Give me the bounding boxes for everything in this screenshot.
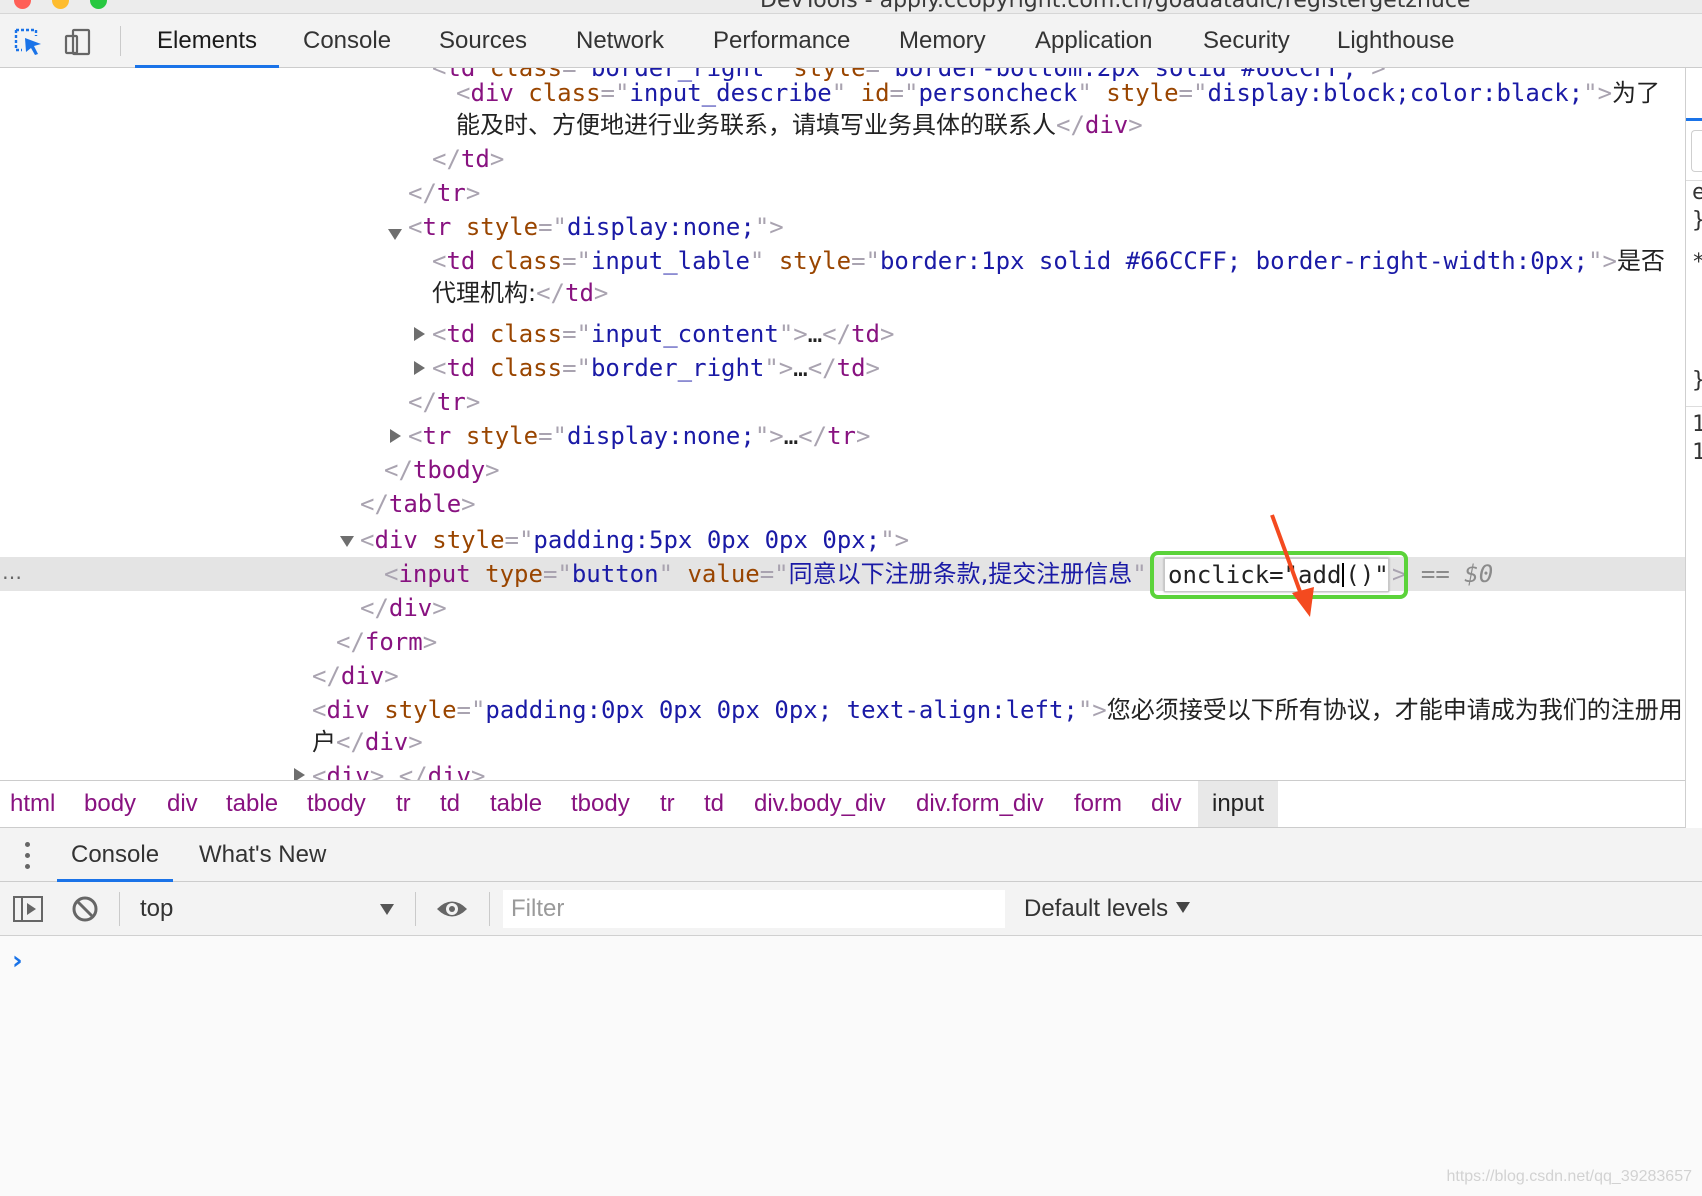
device-toolbar-icon[interactable] [62, 26, 96, 58]
elements-tree: … <td class="border_right" style="border… [0, 68, 1685, 780]
breadcrumb-item[interactable]: tr [396, 781, 411, 827]
log-levels-label: Default levels [1024, 895, 1169, 922]
tree-node-text-continuation: 能及时、方便地进行业务联系，请填写业务具体的联系人</div> [456, 111, 1143, 139]
styles-glyph: } [1692, 208, 1702, 233]
expand-arrow-icon[interactable] [414, 361, 425, 375]
breadcrumb-item[interactable]: td [704, 781, 724, 827]
tab-console[interactable]: Console [303, 14, 391, 68]
tree-node-close-tbody[interactable]: </tbody> [384, 453, 500, 487]
tree-node-td-border-right-collapsed[interactable]: <td class="border_right">…</td> [432, 351, 880, 385]
breadcrumb-item[interactable]: div [167, 781, 198, 827]
tree-node-tr-hidden-collapsed[interactable]: <tr style="display:none;">…</tr> [408, 419, 870, 453]
breadcrumb-item[interactable]: tbody [571, 781, 630, 827]
chevron-down-icon [1176, 902, 1191, 913]
tree-node-td-input-content[interactable]: <td class="input_content">…</td> [432, 317, 894, 351]
toolbar-separator [120, 26, 121, 56]
tab-security[interactable]: Security [1203, 14, 1290, 68]
tree-node-close-td[interactable]: </td> [432, 142, 504, 176]
tree-node-close-tr[interactable]: </tr> [408, 385, 480, 419]
tree-node-div-input-describe[interactable]: <div class="input_describe" id="personch… [456, 76, 1660, 110]
expand-arrow-icon[interactable] [390, 429, 401, 443]
tree-node-div-agreement[interactable]: <div style="padding:0px 0px 0px 0px; tex… [312, 693, 1683, 727]
breadcrumb-item[interactable]: tr [660, 781, 675, 827]
toolbar-separator [489, 892, 490, 926]
expand-arrow-icon[interactable] [414, 327, 425, 341]
inspect-element-icon[interactable] [12, 26, 46, 58]
tree-node-input-selected[interactable]: <input type="button" value="同意以下注册条款,提交注… [384, 557, 1147, 591]
toolbar-separator [415, 892, 416, 926]
styles-glyph: 1 [1692, 412, 1702, 437]
expand-arrow-icon[interactable] [294, 768, 305, 780]
tab-memory[interactable]: Memory [899, 14, 986, 68]
breadcrumb: html body div table tbody tr td table tb… [0, 780, 1685, 828]
tree-node-close-form[interactable]: </form> [336, 625, 437, 659]
breadcrumb-item[interactable]: div [1151, 781, 1182, 827]
node-actions-ellipsis[interactable]: … [2, 560, 23, 584]
console-output[interactable]: › https://blog.csdn.net/qq_39283657 [0, 936, 1702, 1196]
divider [1686, 406, 1702, 407]
window-titlebar: DevTools - apply.ccopyright.com.cn/goada… [0, 0, 1702, 14]
styles-glyph: 1 [1692, 440, 1702, 465]
annotation-arrow-icon [1270, 514, 1314, 617]
log-levels-dropdown[interactable]: Default levels [1024, 882, 1191, 936]
breadcrumb-item[interactable]: form [1074, 781, 1122, 827]
tree-node-text-continuation: 户</div> [312, 728, 423, 756]
tree-node-close-div[interactable]: </div> [312, 659, 399, 693]
breadcrumb-item[interactable]: div.form_div [916, 781, 1044, 827]
clear-console-icon[interactable] [70, 894, 100, 929]
breadcrumb-item[interactable]: td [440, 781, 460, 827]
styles-filter-box[interactable] [1691, 130, 1702, 172]
live-expression-eye-icon[interactable] [435, 896, 469, 927]
maximize-window-button[interactable] [90, 0, 107, 9]
tab-network[interactable]: Network [576, 14, 664, 68]
tree-node-text-continuation: 代理机构:</td> [432, 279, 609, 307]
styles-glyph: e [1692, 180, 1702, 205]
chevron-down-icon[interactable] [380, 904, 394, 915]
breadcrumb-item[interactable]: div.body_div [754, 781, 886, 827]
watermark: https://blog.csdn.net/qq_39283657 [1446, 1168, 1692, 1185]
collapse-arrow-icon[interactable] [340, 536, 354, 547]
breadcrumb-item[interactable]: body [84, 781, 136, 827]
styles-glyph: } [1692, 368, 1702, 393]
tree-node-div-padding[interactable]: <div style="padding:5px 0px 0px 0px;"> [360, 523, 909, 557]
more-options-icon[interactable] [25, 842, 31, 870]
styles-tab-indicator [1686, 118, 1702, 121]
drawer-tab-bar: Console What's New [0, 828, 1702, 882]
drawer-tab-whats-new[interactable]: What's New [199, 828, 326, 882]
drawer-tab-console[interactable]: Console [56, 828, 174, 882]
breadcrumb-item[interactable]: html [10, 781, 55, 827]
breadcrumb-item[interactable]: table [490, 781, 542, 827]
tree-node-tr-hidden[interactable]: <tr style="display:none;"> [408, 210, 784, 244]
tab-sources[interactable]: Sources [439, 14, 527, 68]
tree-node-close-table[interactable]: </table> [360, 487, 476, 521]
toolbar-separator [119, 892, 120, 926]
tree-node-close-div[interactable]: </div> [360, 591, 447, 625]
breadcrumb-item[interactable]: tbody [307, 781, 366, 827]
tree-node-div-collapsed[interactable]: <div> </div> [312, 759, 485, 780]
breadcrumb-item[interactable]: table [226, 781, 278, 827]
breadcrumb-item-current[interactable]: input [1198, 781, 1279, 827]
show-sidebar-icon[interactable] [12, 894, 44, 929]
minimize-window-button[interactable] [52, 0, 69, 9]
console-toolbar: top Default levels [0, 882, 1702, 936]
tab-application[interactable]: Application [1035, 14, 1152, 68]
window-title: DevTools - apply.ccopyright.com.cn/goada… [760, 0, 1471, 13]
styles-pane-edge: e } * } 1 1 [1685, 68, 1702, 828]
console-prompt-icon[interactable]: › [12, 946, 23, 976]
tree-node-close-tr[interactable]: </tr> [408, 176, 480, 210]
console-filter-input[interactable] [503, 890, 1005, 928]
close-window-button[interactable] [14, 0, 31, 9]
styles-glyph: * [1692, 250, 1702, 275]
tree-node-td-input-lable[interactable]: <td class="input_lable" style="border:1p… [432, 244, 1665, 278]
devtools-tab-bar: Elements Console Sources Network Perform… [0, 14, 1702, 68]
collapse-arrow-icon[interactable] [388, 229, 402, 240]
tab-performance[interactable]: Performance [713, 14, 850, 68]
context-selector[interactable]: top [140, 882, 173, 936]
tab-lighthouse[interactable]: Lighthouse [1337, 14, 1454, 68]
tab-elements[interactable]: Elements [134, 14, 280, 68]
